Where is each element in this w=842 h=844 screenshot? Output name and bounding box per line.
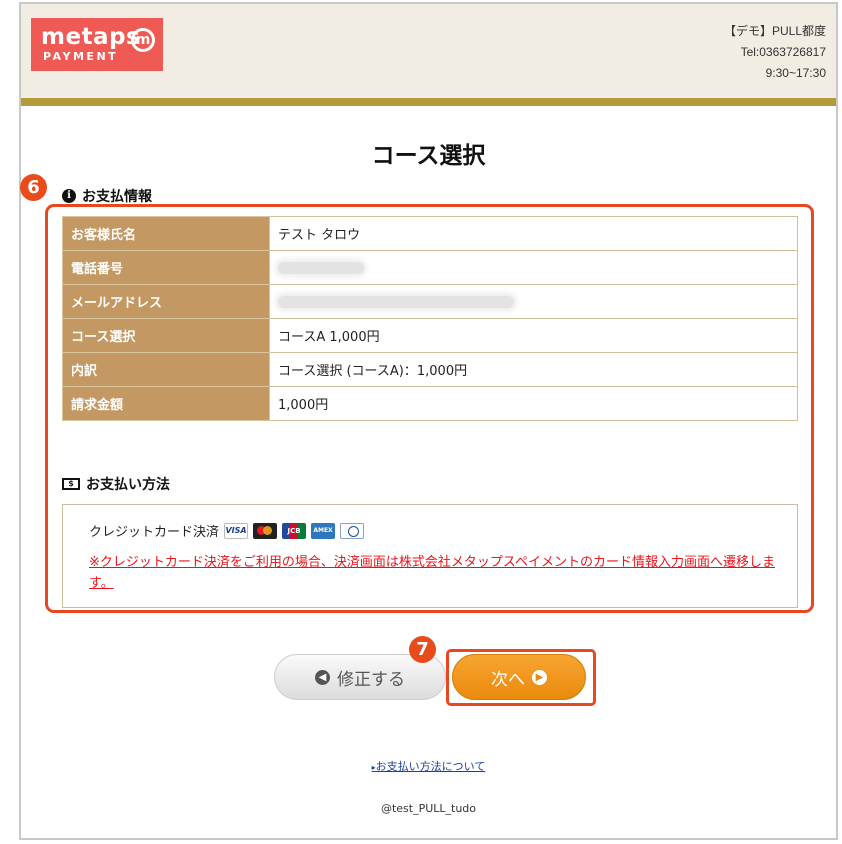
payment-method-heading: $ お支払い方法: [62, 474, 170, 494]
redacted-blur: [278, 295, 514, 308]
redacted-blur: [278, 261, 364, 274]
merchant-contact: 【デモ】PULL都度 Tel:0363726817 9:30~17:30: [724, 21, 826, 84]
money-icon: $: [62, 478, 80, 490]
logo-text: metaps: [41, 24, 141, 50]
phone-value-redacted: [269, 250, 798, 285]
table-row: コース選択 コースA 1,000円: [62, 318, 798, 353]
header: metaps m PAYMENT 【デモ】PULL都度 Tel:03637268…: [21, 4, 836, 98]
header-divider: [21, 98, 836, 106]
row-label: メールアドレス: [62, 284, 270, 319]
billing-amount-value: 1,000円: [269, 386, 798, 421]
logo-subtext: PAYMENT: [43, 50, 119, 63]
metaps-payment-logo[interactable]: metaps m PAYMENT: [31, 18, 163, 71]
customer-name-value: テスト タロウ: [269, 216, 798, 251]
table-row: メールアドレス: [62, 284, 798, 319]
amex-icon: AMEX: [311, 522, 336, 539]
step-badge-6: 6: [20, 174, 47, 201]
merchant-name: 【デモ】PULL都度: [723, 24, 826, 38]
email-value-redacted: [269, 284, 798, 319]
payment-methods-info-link[interactable]: ▸お支払い方法について: [21, 758, 836, 774]
table-row: 請求金額 1,000円: [62, 386, 798, 421]
merchant-hours: 9:30~17:30: [765, 66, 826, 80]
diners-club-icon: [340, 522, 365, 539]
table-row: お客様氏名 テスト タロウ: [62, 216, 798, 251]
step-badge-7: 7: [409, 636, 436, 663]
merchant-tel: Tel:0363726817: [740, 45, 826, 59]
row-label: 内訳: [62, 352, 270, 387]
logo-mark-icon: m: [131, 28, 155, 52]
footer-link-label: お支払い方法について: [375, 760, 486, 773]
page-title: コース選択: [371, 143, 486, 169]
highlight-box-step-7: [446, 649, 596, 706]
table-row: 内訳 コース選択 (コースA)：1,000円: [62, 352, 798, 387]
row-label: コース選択: [62, 318, 270, 353]
breakdown-value: コース選択 (コースA)：1,000円: [269, 352, 798, 387]
mastercard-icon: [253, 522, 278, 539]
payment-info-table: お客様氏名 テスト タロウ 電話番号 メールアドレス コース選択 コースA 1,…: [62, 216, 798, 421]
row-label: お客様氏名: [62, 216, 270, 251]
card-payment-note-link[interactable]: ※クレジットカード決済をご利用の場合、決済画面は株式会社メタップスペイメントのカ…: [89, 552, 789, 594]
course-value: コースA 1,000円: [269, 318, 798, 353]
credit-card-label: クレジットカード決済: [89, 525, 220, 540]
footer-account-id: @test_PULL_tudo: [380, 802, 477, 815]
page-frame: metaps m PAYMENT 【デモ】PULL都度 Tel:03637268…: [19, 2, 838, 840]
payment-method-box: クレジットカード決済 VISA JCB AMEX ※クレジットカード決済をご利用…: [62, 504, 798, 608]
credit-card-option: クレジットカード決済 VISA JCB AMEX: [89, 521, 365, 540]
payment-info-heading: i お支払情報: [62, 186, 152, 206]
table-row: 電話番号: [62, 250, 798, 285]
row-label: 電話番号: [62, 250, 270, 285]
row-label: 請求金額: [62, 386, 270, 421]
jcb-icon: JCB: [282, 522, 307, 539]
info-circle-icon: i: [62, 189, 76, 203]
back-button-label: 修正する: [337, 669, 405, 690]
payment-method-title: お支払い方法: [86, 477, 170, 493]
payment-info-title: お支払情報: [82, 189, 152, 205]
arrow-left-circle-icon: ◀: [315, 669, 330, 685]
visa-icon: VISA: [224, 522, 249, 539]
